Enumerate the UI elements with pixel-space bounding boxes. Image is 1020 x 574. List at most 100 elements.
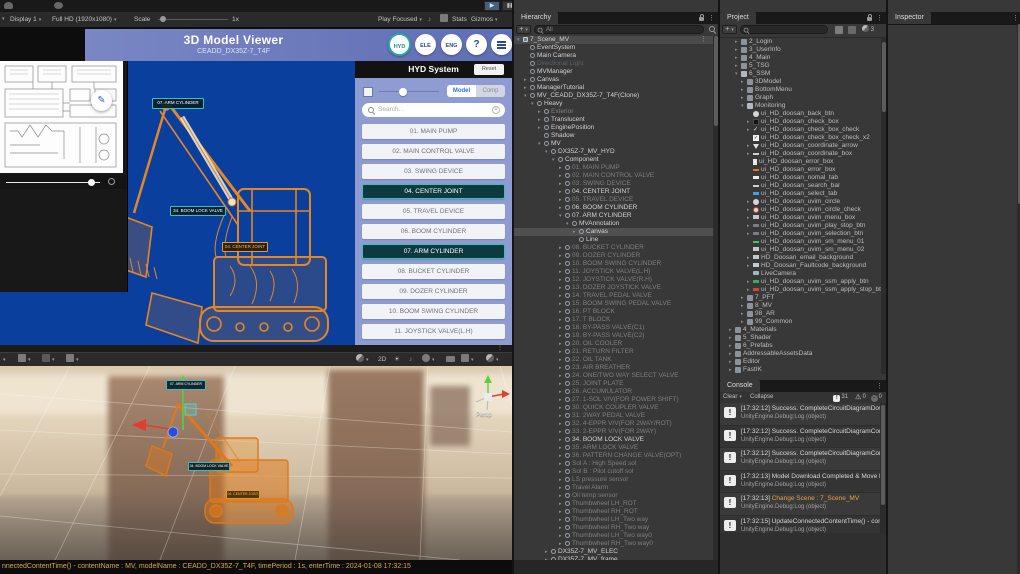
stats-button[interactable]: Stats [452, 12, 467, 27]
component-button[interactable]: 02. MAIN CONTROL VALVE [362, 144, 505, 159]
search-by-type-icon[interactable] [835, 26, 843, 34]
panel-menu-icon[interactable]: ⋮ [876, 14, 883, 22]
hierarchy-row[interactable]: ▸ Sol B : Pilot cutoff sol [514, 468, 713, 476]
console-log-entry[interactable]: ! [17:32:15] UpdateConnectedContentTime()… [720, 515, 880, 533]
create-button[interactable]: + ▾ [516, 25, 531, 34]
hierarchy-row[interactable]: ▸ 13. DOZER JOYSTICK VALVE [514, 284, 713, 292]
hidden-packages-count[interactable]: 3 [862, 25, 874, 33]
project-row[interactable]: ▸ 6_Prefabs [720, 342, 881, 350]
shading-mode-dropdown[interactable]: ▾ [356, 353, 369, 367]
diagram-zoom-slider[interactable] [0, 175, 127, 189]
hierarchy-row[interactable]: ▸ Thumbwheel LH_ROT [514, 500, 713, 508]
hierarchy-row[interactable]: ▾ DX35Z-7_MV_HYD [514, 148, 713, 156]
console-log-entry[interactable]: ! [17:32:12] Success. CompleteCircuitDiag… [720, 403, 880, 426]
project-row[interactable]: ▸ 2_Login [720, 38, 881, 46]
model-comp-toggle[interactable]: Model Comp [447, 85, 505, 97]
hierarchy-row[interactable]: ▸ 20. OIL COOLER [514, 340, 713, 348]
help-button[interactable]: ? [466, 34, 487, 55]
search-by-type-icon[interactable] [709, 26, 716, 33]
lock-icon[interactable] [867, 14, 872, 21]
model-annotation-arm-cylinder[interactable]: 07. ARM CYLINDER [152, 98, 204, 109]
console-log-entry[interactable]: ! [17:32:12] Success. CompleteCircuitDiag… [720, 448, 880, 471]
search-by-label-icon[interactable] [848, 26, 856, 34]
project-row[interactable]: ▸ ui_HD_doosan_uvim_selection_btn [720, 230, 881, 238]
component-button[interactable]: 06. BOOM CYLINDER [362, 224, 505, 239]
hierarchy-row[interactable]: ▸ 17. T BLOCK [514, 316, 713, 324]
hierarchy-row[interactable]: ▸ 09. DOZER CYLINDER [514, 252, 713, 260]
tool-handle-dropdown[interactable]: ▾ [18, 353, 31, 367]
hierarchy-row[interactable]: ▸ Exterior [514, 108, 713, 116]
console-log-entry[interactable]: ! [17:32:13] Model Download Completed & M… [720, 470, 880, 493]
hierarchy-row[interactable]: ▸ 31. 2WAY PEDAL VALVE [514, 412, 713, 420]
camera-icon[interactable] [446, 353, 455, 367]
hierarchy-row[interactable]: ▸ 05. TRAVEL DEVICE [514, 196, 713, 204]
project-row[interactable]: ▸ 99_Common [720, 318, 881, 326]
hierarchy-row[interactable]: ▸ 27. 1-SOL V/V(FOR POWER SHIFT) [514, 396, 713, 404]
project-row[interactable]: ▸ BottomMenu [720, 86, 881, 94]
hierarchy-row[interactable]: ▸ 22. OIL TANK [514, 356, 713, 364]
component-button[interactable]: 01. MAIN PUMP [362, 124, 505, 139]
hierarchy-row[interactable]: ▸ Sol A : High Speed sol [514, 460, 713, 468]
resolution-dropdown[interactable]: Full HD (1920x1080) ▾ [52, 12, 117, 27]
project-row[interactable]: ui_HD_doosan_uvim_sm_menu_01 [720, 238, 881, 246]
2d-toggle[interactable]: 2D [378, 353, 386, 367]
hierarchy-row[interactable]: ▸ 34. BOOM LOCK VALVE [514, 436, 713, 444]
project-row[interactable]: ▸ ui_HD_doosan_coordinate_arrow [720, 142, 881, 150]
hierarchy-row[interactable]: ▸ Oil temp sensor [514, 492, 713, 500]
hierarchy-row[interactable]: ▾ 7_Scene_MV ⋮ [514, 36, 713, 44]
lock-icon[interactable] [699, 14, 704, 21]
log-count[interactable]: ! 31 [833, 394, 848, 402]
error-count[interactable]: −0 [870, 394, 882, 402]
reset-button[interactable]: Reset [474, 64, 504, 75]
console-scrollbar[interactable] [880, 403, 885, 533]
model-annotation-center-joint[interactable]: 04. CENTER JOINT [222, 242, 268, 252]
project-row[interactable]: ▸ 3DModel [720, 78, 881, 86]
hierarchy-row[interactable]: ▸ 18. BY-PASS VALVE(C1) [514, 324, 713, 332]
hierarchy-row[interactable]: ▸ 04. CENTER JOINT [514, 188, 713, 196]
hierarchy-row[interactable]: ▸ 35. ARM LOCK VALVE [514, 444, 713, 452]
component-button[interactable]: 08. BUCKET CYLINDER [362, 264, 505, 279]
scene-lighting-icon[interactable]: ☀ [394, 353, 400, 367]
scene-audio-icon[interactable]: ♪ [409, 353, 412, 367]
component-button[interactable]: 07. ARM CYLINDER [362, 244, 505, 259]
effects-dropdown[interactable]: ▾ [422, 353, 435, 367]
scale-slider-knob[interactable] [160, 16, 166, 22]
hierarchy-row[interactable]: ▸ ManagerTutorial [514, 84, 713, 92]
project-row[interactable]: ▸ ui_HD_doosan_uvim_ssm_apply_stop_btn [720, 286, 881, 294]
project-row[interactable]: ✓ ui_HD_doosan_check_box_check_x2 [720, 134, 881, 142]
scale-slider[interactable] [158, 19, 228, 20]
hierarchy-row[interactable]: Shadow [514, 132, 713, 140]
console-log-entry[interactable]: ! [17:32:12] Success. CompleteCircuitDiag… [720, 425, 880, 448]
hierarchy-row[interactable]: ▸ 03. SWING DEVICE [514, 180, 713, 188]
clear-button[interactable]: Clear ▾ [723, 394, 742, 400]
edit-annotation-button[interactable]: ✎ [91, 90, 112, 111]
menu-button[interactable] [491, 34, 512, 55]
scene-options-icon[interactable]: ⋮ [700, 36, 707, 44]
transparency-slider[interactable] [379, 91, 439, 92]
transparency-checkbox[interactable] [363, 87, 373, 97]
project-row[interactable]: ▸ ✓ ui_HD_doosan_check_box_check [720, 126, 881, 134]
hierarchy-row[interactable]: ▾ Component [514, 156, 713, 164]
collapse-button[interactable]: Collapse [750, 394, 773, 400]
project-row[interactable]: ▸ Editor [720, 358, 881, 366]
project-row[interactable]: LiveCamera [720, 270, 881, 278]
project-row[interactable]: ▸ HD_Doosan_Faultcode_background [720, 262, 881, 270]
hierarchy-row[interactable]: ▸ 01. MAIN PUMP [514, 164, 713, 172]
hierarchy-row[interactable]: ▸ Translucent [514, 116, 713, 124]
component-search-input[interactable]: Search... × [362, 103, 505, 117]
panel-menu-icon[interactable]: ⋮ [876, 382, 883, 390]
hierarchy-row[interactable]: ▸ 12. JOYSTICK VALVE(R.H) [514, 276, 713, 284]
hierarchy-row[interactable]: ▸ 16. PT BLOCK [514, 308, 713, 316]
settings-icon[interactable] [54, 2, 63, 9]
perspective-label[interactable]: Persp [476, 412, 492, 418]
hierarchy-row[interactable]: ▸ 06. BOOM CYLINDER [514, 204, 713, 212]
hy d-system-button[interactable]: HYD [388, 33, 411, 56]
pivot-dropdown[interactable]: ▾ [42, 353, 55, 367]
console-log-entry[interactable]: ! [17:32:13] Change Scene : 7_Scene_MV Uni… [720, 493, 880, 516]
create-button[interactable]: + ▾ [722, 25, 737, 34]
hierarchy-row[interactable]: ▸ Thumbwheel RH_Two way [514, 524, 713, 532]
project-row[interactable]: ui_HD_doosan_select_tab [720, 190, 881, 198]
component-button[interactable]: 05. TRAVEL DEVICE [362, 204, 505, 219]
hierarchy-row[interactable]: ▸ 25. JOINT PLATE [514, 380, 713, 388]
component-button[interactable]: 11. JOYSTICK VALVE(L.H) [362, 324, 505, 339]
